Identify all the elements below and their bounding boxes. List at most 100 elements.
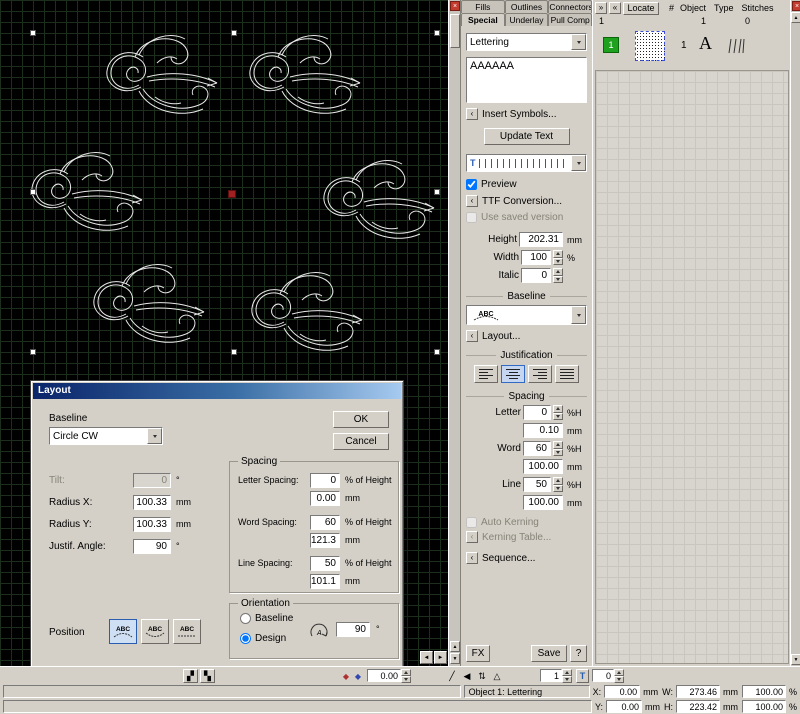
tab-underlay[interactable]: Underlay [505, 13, 549, 26]
letter-pct-field[interactable]: 0 [523, 405, 551, 420]
selection-handle[interactable] [434, 349, 440, 355]
design-canvas[interactable]: ◄ ► × ▲ ▼ Layout OK Cancel Baseline Circ… [0, 0, 460, 666]
close-icon[interactable]: × [792, 1, 800, 11]
design-ornament[interactable] [107, 36, 217, 114]
dock-right-icon[interactable]: » [595, 2, 607, 14]
justify-full-button[interactable] [555, 365, 579, 383]
help-button[interactable]: ? [570, 645, 587, 662]
line-pct-field[interactable]: 50 [523, 477, 551, 492]
object-kind-select[interactable]: Lettering [466, 33, 587, 51]
radio-icon[interactable] [240, 613, 251, 624]
cancel-button[interactable]: Cancel [333, 433, 389, 450]
red-marker-icon[interactable]: ◆ [341, 669, 351, 683]
justif-angle-field[interactable]: 90 [133, 539, 171, 554]
delta-icon[interactable]: △ [491, 669, 503, 683]
text-tool-icon[interactable]: T [576, 669, 589, 683]
panel-vertical-scrollbar[interactable]: × ▲ ▼ [790, 0, 800, 666]
orientation-angle-field[interactable]: 90 [336, 622, 370, 637]
vscroll-thumb[interactable] [450, 14, 460, 48]
position-straight-button[interactable]: ABC [173, 619, 201, 644]
selection-handle[interactable] [30, 30, 36, 36]
letter-spinner[interactable] [553, 405, 563, 420]
tab-outlines[interactable]: Outlines [505, 0, 549, 13]
save-button[interactable]: Save [531, 645, 567, 662]
word-spacing-pct-field[interactable]: 60 [310, 515, 340, 530]
tab-connectors[interactable]: Connectors [548, 0, 592, 13]
selection-handle[interactable] [30, 189, 36, 195]
chevron-down-icon[interactable] [147, 428, 162, 444]
letter-spacing-pct-field[interactable]: 0 [310, 473, 340, 488]
word-spinner[interactable] [553, 441, 563, 456]
stitch-count-field[interactable]: 1 [540, 669, 562, 682]
secondary-count-spinner[interactable] [614, 669, 624, 683]
justify-right-button[interactable] [528, 365, 552, 383]
orientation-design-radio[interactable]: Design [240, 633, 286, 644]
hscroll-right-button[interactable]: ► [434, 651, 447, 664]
design-ornament[interactable] [94, 265, 204, 343]
checkbox-icon[interactable] [466, 179, 477, 190]
blue-marker-icon[interactable]: ◆ [353, 669, 363, 683]
stitch-count-spinner[interactable] [562, 669, 572, 683]
collapse-arrow-icon[interactable]: ‹ [466, 330, 478, 342]
layout-button[interactable]: Layout... [482, 331, 520, 342]
baseline-type-select[interactable]: ABC [466, 305, 587, 325]
object-row[interactable]: 1 1 A [593, 29, 800, 65]
object-thumbnail[interactable] [635, 31, 665, 61]
object-list-empty-area[interactable] [595, 70, 789, 664]
updown-icon[interactable]: ⇅ [476, 669, 488, 683]
radius-x-field[interactable]: 100.33 [133, 495, 171, 510]
update-text-button[interactable]: Update Text [484, 128, 570, 145]
letter-spacing-mm-field[interactable]: 0.00 [310, 491, 340, 506]
position-arc-down-button[interactable]: ABC [141, 619, 169, 644]
canvas-vertical-scrollbar[interactable]: × ▲ ▼ [448, 0, 460, 666]
design-ornament[interactable] [32, 153, 142, 231]
word-spacing-mm-field[interactable]: 121.3 [310, 533, 340, 548]
x-field[interactable]: 0.00 [604, 685, 640, 698]
lettering-text-input[interactable]: AAAAAA [466, 57, 587, 103]
w-field[interactable]: 273.46 [676, 685, 720, 698]
selection-handle[interactable] [434, 189, 440, 195]
h-field[interactable]: 223.42 [676, 700, 720, 713]
tab-special[interactable]: Special [461, 13, 505, 26]
close-icon[interactable]: × [450, 1, 460, 11]
locate-button[interactable]: Locate [623, 2, 659, 15]
word-mm-field[interactable]: 100.00 [523, 459, 563, 474]
letter-mm-field[interactable]: 0.10 [523, 423, 563, 438]
speed-field[interactable]: 0.00 [367, 669, 401, 682]
design-ornament[interactable] [252, 273, 362, 351]
sequence-button[interactable]: Sequence... [482, 553, 535, 564]
line-mm-field[interactable]: 100.00 [523, 495, 563, 510]
word-pct-field[interactable]: 60 [523, 441, 551, 456]
position-arc-up-button[interactable]: ABC [109, 619, 137, 644]
justify-left-button[interactable] [474, 365, 498, 383]
line-spacing-pct-field[interactable]: 50 [310, 556, 340, 571]
h-pct-field[interactable]: 100.00 [742, 700, 786, 713]
design-ornament[interactable] [324, 161, 434, 239]
letter-spacing-preview-select[interactable]: T [466, 154, 587, 172]
insert-symbols-button[interactable]: Insert Symbols... [482, 109, 556, 120]
scroll-down-button[interactable]: ▼ [791, 654, 800, 665]
selection-handle[interactable] [231, 349, 237, 355]
tab-pull-comp[interactable]: Pull Comp [548, 13, 592, 26]
needle-icon[interactable]: ╱ [446, 669, 458, 683]
dialog-titlebar[interactable]: Layout [33, 383, 401, 399]
width-field[interactable]: 100 [521, 250, 551, 265]
vscroll-up-button[interactable]: ▲ [450, 641, 460, 652]
tab-fills[interactable]: Fills [461, 0, 505, 13]
line-spinner[interactable] [553, 477, 563, 492]
ttf-conversion-button[interactable]: TTF Conversion... [482, 196, 562, 207]
radio-icon[interactable] [240, 633, 251, 644]
chevron-down-icon[interactable] [571, 306, 586, 324]
italic-spinner[interactable] [553, 268, 563, 283]
speed-spinner[interactable] [401, 669, 411, 683]
secondary-count-field[interactable]: 0 [592, 669, 614, 682]
radius-y-field[interactable]: 100.33 [133, 517, 171, 532]
chevron-down-icon[interactable] [571, 34, 586, 50]
orientation-baseline-radio[interactable]: Baseline [240, 613, 293, 624]
y-field[interactable]: 0.00 [606, 700, 642, 713]
justify-center-button[interactable] [501, 365, 525, 383]
vscroll-down-button[interactable]: ▼ [450, 653, 460, 664]
width-spinner[interactable] [553, 250, 563, 265]
baseline-select[interactable]: Circle CW [49, 427, 163, 445]
machine-a-icon[interactable]: ▞ [183, 669, 198, 683]
